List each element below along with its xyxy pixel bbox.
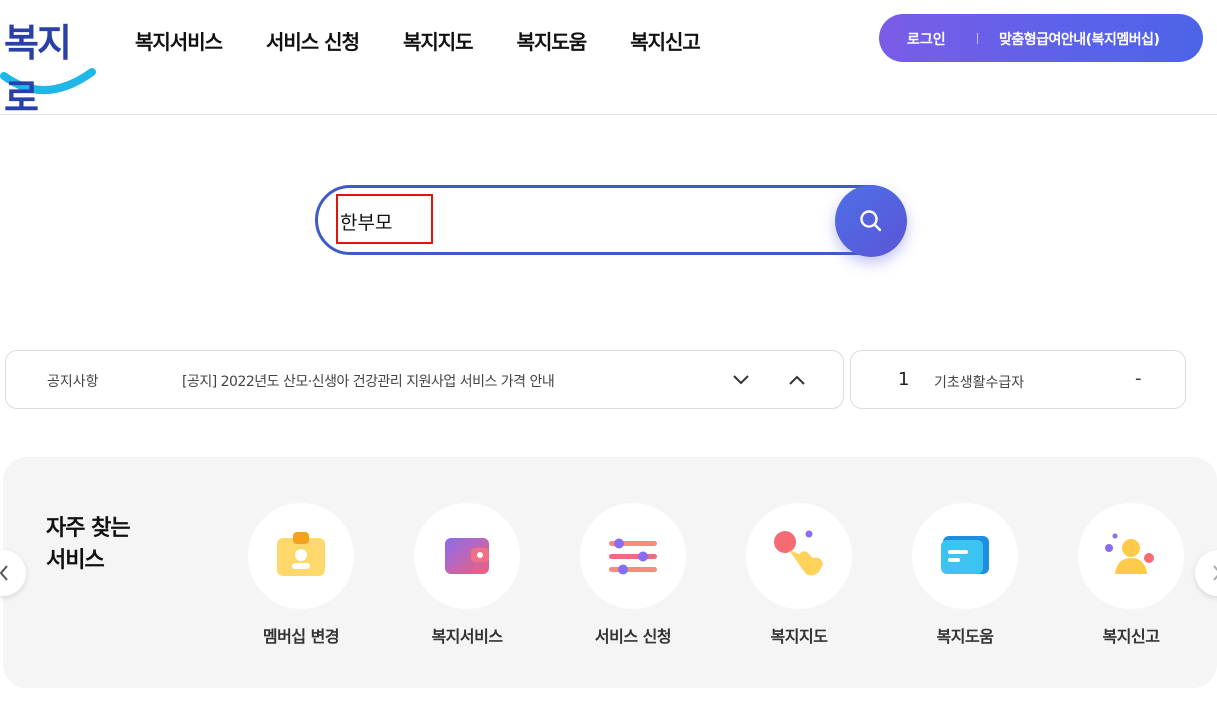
chevron-up-icon	[789, 375, 805, 385]
keyword-rank: 1	[898, 369, 910, 390]
logo-text: 복지로	[4, 20, 72, 120]
site-header: 복지로 복지서비스 서비스 신청 복지지도 복지도움 복지신고 로그인 맞춤형급…	[0, 0, 1217, 120]
nav-item-welfare-map[interactable]: 복지지도	[403, 26, 474, 55]
service-icon-circle	[912, 503, 1018, 609]
service-label: 복지서비스	[431, 627, 503, 646]
service-item-membership-change[interactable]: 멤버십 변경	[235, 503, 365, 653]
search-icon	[860, 210, 882, 232]
chevron-left-icon	[0, 565, 8, 581]
service-icon-circle	[580, 503, 686, 609]
service-item-welfare-map[interactable]: 복지지도	[733, 503, 863, 653]
search-box	[315, 185, 905, 255]
service-label: 복지도움	[936, 627, 994, 646]
service-item-service-apply[interactable]: 서비스 신청	[567, 503, 697, 653]
chevron-right-icon	[1213, 565, 1217, 581]
membership-info-button[interactable]: 맞춤형급여안내(복지멤버십)	[999, 29, 1160, 49]
service-item-welfare-report[interactable]: 복지신고	[1065, 503, 1195, 653]
carousel-prev-button[interactable]	[0, 550, 26, 596]
service-icon-circle	[746, 503, 852, 609]
notice-link[interactable]: [공지] 2022년도 산모·신생아 건강관리 지원사업 서비스 가격 안내	[182, 371, 555, 391]
notice-bar: 공지사항 [공지] 2022년도 산모·신생아 건강관리 지원사업 서비스 가격…	[5, 350, 844, 409]
service-label: 서비스 신청	[594, 627, 672, 646]
notice-label: 공지사항	[47, 374, 99, 390]
hand-pointer-icon	[774, 530, 823, 576]
sliders-icon	[609, 538, 657, 575]
login-button[interactable]: 로그인	[907, 29, 946, 49]
service-label: 복지신고	[1102, 627, 1160, 646]
service-icon-circle	[414, 503, 520, 609]
nav-item-welfare-report[interactable]: 복지신고	[630, 26, 701, 55]
nav-item-welfare-services[interactable]: 복지서비스	[135, 26, 223, 55]
chevron-down-icon	[733, 375, 749, 385]
badge-icon	[277, 532, 325, 576]
user-menu-pill: 로그인 맞춤형급여안내(복지멤버십)	[879, 14, 1203, 62]
notice-next-button[interactable]	[730, 369, 752, 391]
service-item-welfare-help[interactable]: 복지도움	[899, 503, 1029, 653]
wallet-icon	[445, 538, 489, 574]
service-label: 멤버십 변경	[262, 627, 340, 646]
frequent-title-line2: 서비스	[46, 548, 105, 573]
frequent-title-line1: 자주 찾는	[46, 516, 131, 541]
search-button[interactable]	[835, 185, 907, 257]
chat-bubble-icon	[941, 536, 989, 574]
nav-item-welfare-help[interactable]: 복지도움	[517, 26, 588, 55]
popular-keyword-link[interactable]: 기초생활수급자	[934, 372, 1024, 392]
popular-keyword-bar: 1 기초생활수급자 -	[850, 350, 1186, 409]
carousel-next-button[interactable]	[1195, 550, 1217, 596]
pill-divider	[977, 33, 978, 44]
frequent-services-title: 자주 찾는 서비스	[46, 513, 131, 577]
notice-prev-button[interactable]	[786, 369, 808, 391]
service-icon-circle	[1078, 503, 1184, 609]
service-item-welfare-services[interactable]: 복지서비스	[401, 503, 531, 653]
service-label: 복지지도	[770, 627, 828, 646]
search-input[interactable]	[338, 198, 822, 244]
service-icon-circle	[248, 503, 354, 609]
main-nav: 복지서비스 서비스 신청 복지지도 복지도움 복지신고	[135, 26, 744, 55]
user-report-icon	[1105, 533, 1154, 574]
nav-item-service-apply[interactable]: 서비스 신청	[266, 26, 360, 55]
bokjiro-logo[interactable]: 복지로	[0, 6, 96, 120]
rank-change-indicator: -	[1135, 368, 1142, 389]
